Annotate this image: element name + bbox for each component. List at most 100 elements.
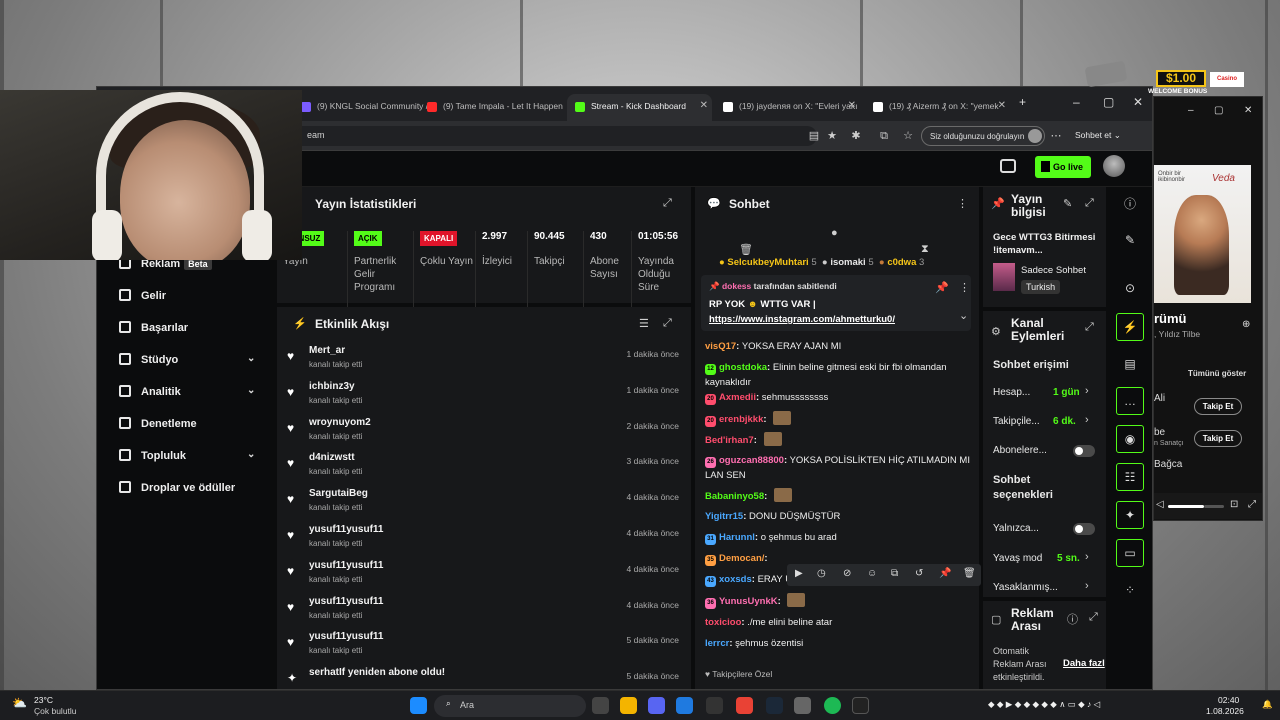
expand-icon[interactable]: ⤢ (663, 197, 672, 210)
sidebar-item-studyo[interactable]: Stüdyo ⌄ (119, 353, 255, 366)
maximize-icon[interactable]: ▢ (1214, 105, 1223, 116)
followers-only-row[interactable]: Takipçile... (993, 416, 1040, 427)
chat-username[interactable]: Babaninyo58 (705, 491, 764, 502)
chat-message[interactable]: 36 YunusUynkK: (705, 593, 971, 609)
sidebar-item-topluluk[interactable]: Topluluk ⌄ (119, 449, 255, 462)
sidebar-item-denetleme[interactable]: Denetleme (119, 417, 197, 430)
hourglass-icon[interactable]: ⧗ (921, 243, 929, 256)
chat-username[interactable]: visQ17 (705, 341, 736, 352)
new-tab-icon[interactable]: + (1019, 95, 1026, 109)
tab-jayden[interactable]: (19) jaydenяя on X: "Evleri yakı ✕ (715, 94, 860, 121)
tab-aizerm[interactable]: (19) ₰ Aizerm ₰ on X: "yemek ✕ (865, 94, 1010, 121)
chat-message[interactable]: 26 oguzcan88800: YOKSA POLİSLİKTEN HİÇ AT… (705, 453, 971, 483)
weather-icon[interactable]: ⛅ (12, 696, 27, 710)
expand-icon[interactable]: ⤢ (1085, 321, 1094, 334)
learn-more-link[interactable]: Daha fazl (1063, 658, 1105, 669)
steam-icon[interactable] (766, 697, 783, 714)
notes-icon[interactable]: ▤ (1116, 351, 1144, 379)
apps-icon[interactable]: ⁘ (1116, 577, 1144, 605)
miniplayer-icon[interactable]: ⊡ (1230, 499, 1238, 510)
minimize-icon[interactable]: – (1073, 95, 1080, 109)
spotify-icon[interactable] (824, 697, 841, 714)
chat-username[interactable]: Bed'irhan7 (705, 435, 754, 446)
chat-message[interactable]: 12 ghostdoka: Elinin beline gitmesi eski … (705, 360, 971, 390)
chat-username[interactable]: Harunnl (719, 532, 755, 543)
chat-username[interactable]: YunusUynkK (719, 596, 778, 607)
info-icon[interactable]: ⓘ (1116, 191, 1144, 219)
chat-message[interactable]: 31 Harunnl: o şehmus bu arad (705, 530, 971, 545)
broadcast-icon[interactable]: ◉ (1116, 425, 1144, 453)
more-vertical-icon[interactable]: ⋮ (959, 281, 970, 294)
show-all-link[interactable]: Tümünü göster (1188, 369, 1246, 378)
chat-username[interactable]: Axmedii (719, 392, 756, 403)
edit-icon[interactable]: ✎ (1116, 227, 1144, 255)
sidebar-item-droplar[interactable]: Droplar ve ödüller (119, 481, 235, 494)
chevron-right-icon[interactable]: › (1085, 551, 1089, 563)
taskbar-search[interactable]: Ara (434, 695, 586, 717)
url-field[interactable]: eam (247, 126, 817, 146)
sidebar-item-gelir[interactable]: Gelir (119, 289, 166, 302)
slow-mode-row[interactable]: Yavaş mod (993, 553, 1042, 564)
target-icon[interactable]: ⊙ (1116, 275, 1144, 303)
tray-icons[interactable]: ◆ ◆ ▶ ◆ ◆ ◆ ◆ ◆ ∧ ▭ ◆ ♪ ◁ (988, 699, 1100, 710)
chevron-right-icon[interactable]: › (1085, 414, 1089, 426)
discord-icon[interactable] (648, 697, 665, 714)
app-icon[interactable] (706, 697, 723, 714)
reader-icon[interactable]: ▤ (807, 129, 821, 143)
chat-username[interactable]: oguzcan88800 (719, 455, 784, 466)
camera-icon[interactable] (1000, 159, 1016, 173)
chat-message[interactable]: Yigitrr15: DONU DÜŞMÜŞTÜR (705, 509, 971, 524)
tab-tame-impala[interactable]: (9) Tame Impala - Let It Happen (419, 94, 564, 121)
obs-icon[interactable] (852, 697, 869, 714)
chat-username[interactable]: lerrcr (705, 638, 729, 649)
close-tab-icon[interactable]: ✕ (848, 100, 856, 111)
edit-icon[interactable]: ✎ (1063, 197, 1072, 210)
close-window-icon[interactable]: ✕ (1244, 105, 1252, 116)
chevron-right-icon[interactable]: › (1085, 580, 1089, 592)
chat-username[interactable]: toxicioo (705, 617, 741, 628)
go-live-button[interactable]: Go live (1035, 156, 1091, 178)
sidebar-item-basarilar[interactable]: Başarılar (119, 321, 188, 334)
pin-icon[interactable]: 📌 (939, 568, 951, 579)
chat-message[interactable]: 20 erenbjkkk: (705, 411, 971, 427)
copy-icon[interactable]: ⧉ (891, 568, 898, 579)
app-icon[interactable] (794, 697, 811, 714)
trash-icon[interactable]: 🗑 (963, 568, 976, 579)
filter-icon[interactable]: ☰ (639, 317, 649, 330)
track-artist[interactable]: , Yıldız Tilbe (1154, 329, 1200, 339)
mute-icon[interactable]: ⊘ (843, 568, 851, 579)
sidebar-item-analitik[interactable]: Analitik ⌄ (119, 385, 255, 398)
banned-words-label[interactable]: Yasaklanmış... (993, 582, 1058, 593)
tab-kngl[interactable]: (9) KNGL Social Community / (293, 94, 438, 121)
chat-message[interactable]: toxicioo: ./me elini beline atar (705, 615, 971, 630)
clock-date[interactable]: 1.08.2026 (1206, 706, 1244, 716)
chevron-down-icon[interactable]: ⌄ (959, 309, 968, 322)
account-age-row[interactable]: Hesap... (993, 387, 1030, 398)
window-icon[interactable]: ▭ (1116, 539, 1144, 567)
extensions-icon[interactable]: ✱ (849, 129, 863, 143)
chat-message[interactable]: Babaninyo58: (705, 488, 971, 504)
chat-username[interactable]: Democan/ (719, 553, 764, 564)
expand-icon[interactable]: ⤢ (663, 317, 672, 330)
chevron-right-icon[interactable]: › (1085, 385, 1089, 397)
track-title[interactable]: rümü (1154, 311, 1187, 326)
volume-icon[interactable]: ◁ (1156, 499, 1164, 510)
info-icon[interactable]: ⓘ (1067, 611, 1078, 627)
unpin-icon[interactable]: 📌 (935, 281, 949, 294)
volume-slider[interactable] (1168, 505, 1204, 508)
minimize-icon[interactable]: – (1188, 105, 1194, 116)
subscribers-only-toggle[interactable] (1073, 445, 1095, 457)
close-tab-icon[interactable]: ✕ (998, 100, 1006, 111)
bookmark-star-icon[interactable]: ★ (825, 129, 839, 143)
chat-username[interactable]: xoxsds (719, 574, 752, 585)
close-tab-icon[interactable]: ✕ (700, 100, 708, 111)
edge-icon[interactable] (676, 697, 693, 714)
chrome-icon[interactable] (736, 697, 753, 714)
chat-message[interactable]: lerrcr: şehmus özentisi (705, 636, 971, 651)
tab-search-icon[interactable]: ⧉ (877, 129, 891, 143)
clock-icon[interactable]: ◷ (817, 568, 826, 579)
add-icon[interactable]: ⊕ (1242, 319, 1250, 330)
emote-only-toggle[interactable] (1073, 523, 1095, 535)
windows-start-icon[interactable] (410, 697, 427, 714)
chat-icon[interactable]: … (1116, 387, 1144, 415)
